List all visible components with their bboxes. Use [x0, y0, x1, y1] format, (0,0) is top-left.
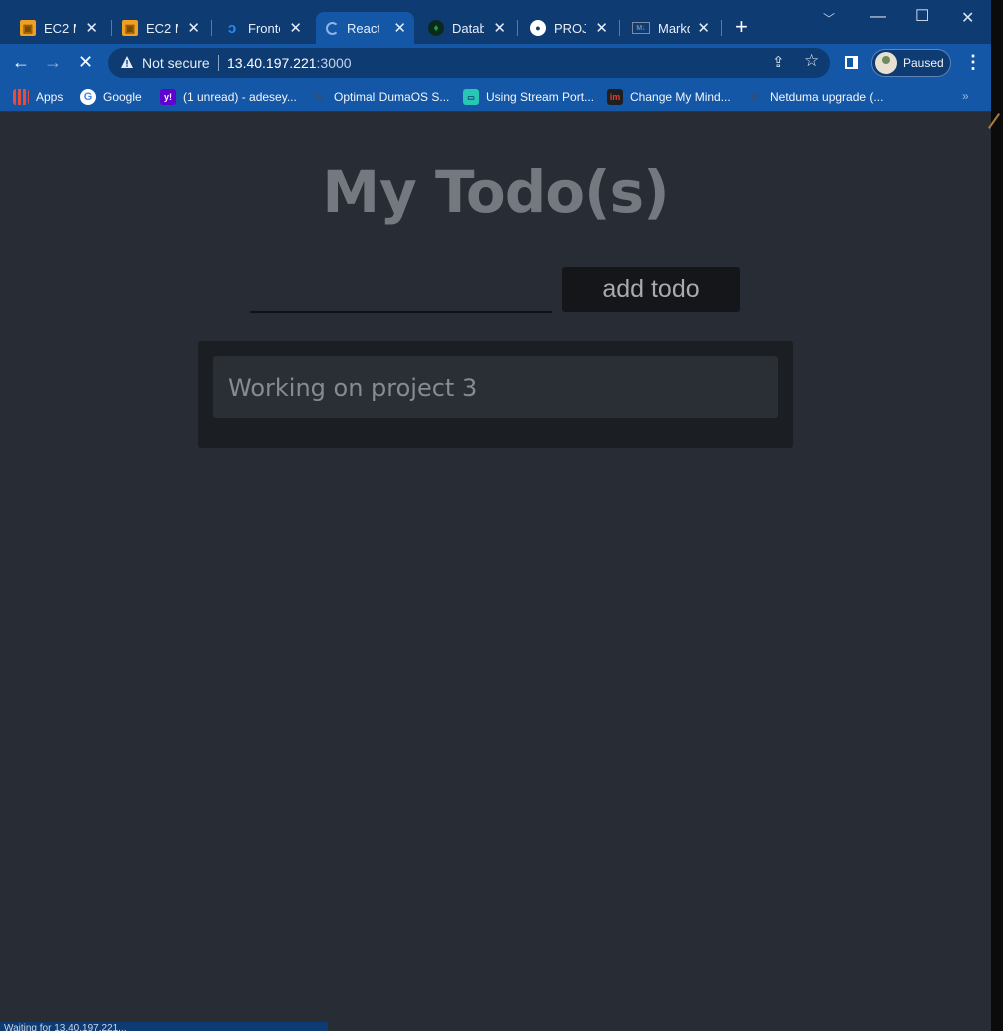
profile-status: Paused [903, 56, 944, 70]
url-host: 13.40.197.221 [227, 55, 317, 71]
frontend-icon: ↄ [227, 19, 237, 37]
tab-divider [721, 20, 722, 36]
url-text[interactable]: 13.40.197.221:3000 [227, 55, 352, 71]
tab-search-chevron-icon[interactable]: ﹀ [823, 10, 835, 27]
tab-label: Frontend [248, 20, 280, 36]
warning-triangle-icon[interactable] [120, 55, 134, 69]
tab-markdown[interactable]: M↓ Markdo ✕ [622, 12, 718, 44]
security-status[interactable]: Not secure [142, 55, 210, 71]
google-icon: G [80, 89, 96, 105]
tab-label: EC2 Ma [146, 20, 178, 36]
bookmark-netduma-upgrade[interactable]: N Netduma upgrade (... [747, 88, 884, 106]
bookmark-stream-port[interactable]: ▭ Using Stream Port... [463, 88, 594, 106]
bookmark-google[interactable]: G Google [80, 88, 142, 106]
tab-project[interactable]: ● PROJEC ✕ [520, 12, 616, 44]
tab-ec2-1[interactable]: ▣ EC2 Ma ✕ [10, 12, 106, 44]
todo-page: My Todo(s) add todo Working on project 3 [0, 113, 991, 1031]
close-window-icon[interactable]: ✕ [961, 8, 974, 28]
tab-database[interactable]: ♦ Databa ✕ [418, 12, 514, 44]
bookmark-label: (1 unread) - adesey... [183, 90, 297, 104]
bookmark-dumaos[interactable]: N Optimal DumaOS S... [311, 88, 450, 106]
aws-icon: ▣ [20, 20, 36, 36]
bookmark-star-icon[interactable]: ☆ [804, 51, 819, 71]
tab-label: React A [347, 20, 379, 36]
close-icon[interactable]: ✕ [289, 19, 302, 37]
stop-loading-icon[interactable]: ✕ [78, 53, 93, 71]
side-panel-icon[interactable] [845, 56, 858, 69]
tab-frontend[interactable]: ↄ Frontend ✕ [214, 12, 310, 44]
bookmark-label: Apps [36, 90, 64, 104]
status-bar: Waiting for 13.40.197.221... [0, 1022, 328, 1031]
github-icon: ● [530, 20, 546, 36]
tab-label: Markdo [658, 20, 690, 36]
forward-arrow-icon[interactable]: → [44, 53, 62, 71]
profile-button[interactable]: Paused [871, 49, 951, 77]
apps-grid-icon [13, 89, 29, 105]
url-port: :3000 [316, 55, 352, 71]
bookmark-label: Netduma upgrade (... [770, 90, 884, 104]
tab-label: PROJEC [554, 20, 586, 36]
back-arrow-icon[interactable]: ← [12, 53, 30, 71]
avatar [875, 52, 897, 74]
address-divider [218, 55, 219, 71]
bookmark-change-my-mind[interactable]: im Change My Mind... [607, 88, 731, 106]
bookmarks-bar: Apps G Google y! (1 unread) - adesey... … [0, 82, 991, 112]
aws-icon: ▣ [122, 20, 138, 36]
mongodb-leaf-icon: ♦ [428, 20, 444, 36]
maximize-icon[interactable]: ☐ [915, 6, 929, 26]
stream-icon: ▭ [463, 89, 479, 105]
yahoo-icon: y! [160, 89, 176, 105]
tab-label: Databa [452, 20, 484, 36]
new-tab-button[interactable]: + [735, 16, 748, 38]
todo-item[interactable]: Working on project 3 [213, 356, 778, 418]
todo-list: Working on project 3 [198, 341, 793, 448]
bookmark-apps[interactable]: Apps [13, 88, 63, 106]
bookmark-yahoo-mail[interactable]: y! (1 unread) - adesey... [160, 88, 297, 106]
tab-label: EC2 Ma [44, 20, 76, 36]
markdown-icon: M↓ [632, 22, 650, 34]
share-icon[interactable]: ⇪ [772, 53, 785, 71]
tab-react-app[interactable]: React A ✕ [316, 12, 414, 44]
imgflip-icon: im [607, 89, 623, 105]
tab-divider [619, 20, 620, 36]
address-bar[interactable]: Not secure 13.40.197.221:3000 ⇪ ☆ [108, 48, 830, 78]
close-icon[interactable]: ✕ [595, 19, 608, 37]
loading-spinner-icon [326, 21, 339, 35]
more-bookmarks-icon[interactable]: » [962, 89, 969, 103]
close-icon[interactable]: ✕ [85, 19, 98, 37]
todo-input[interactable] [250, 267, 552, 313]
netduma-icon: N [315, 92, 323, 102]
close-icon[interactable]: ✕ [187, 19, 200, 37]
tab-divider [517, 20, 518, 36]
bookmark-label: Google [103, 90, 142, 104]
page-title: My Todo(s) [322, 158, 669, 226]
close-icon[interactable]: ✕ [393, 19, 406, 37]
minimize-icon[interactable]: — [870, 8, 886, 26]
bookmark-label: Change My Mind... [630, 90, 731, 104]
desktop-edge [988, 0, 1003, 1031]
todo-item-text: Working on project 3 [228, 374, 478, 402]
close-icon[interactable]: ✕ [493, 19, 506, 37]
netduma-icon: N [751, 92, 759, 102]
tab-ec2-2[interactable]: ▣ EC2 Ma ✕ [112, 12, 208, 44]
menu-dots-icon[interactable]: ⋮ [964, 52, 982, 72]
browser-window: ▣ EC2 Ma ✕ ▣ EC2 Ma ✕ ↄ Frontend ✕ React… [0, 0, 991, 1031]
close-icon[interactable]: ✕ [697, 19, 710, 37]
tab-strip: ▣ EC2 Ma ✕ ▣ EC2 Ma ✕ ↄ Frontend ✕ React… [0, 0, 991, 44]
tab-divider [211, 20, 212, 36]
add-todo-button[interactable]: add todo [562, 267, 740, 312]
browser-toolbar: ← → ✕ Not secure 13.40.197.221:3000 ⇪ ☆ … [0, 44, 991, 82]
bookmark-label: Using Stream Port... [486, 90, 595, 104]
bookmark-label: Optimal DumaOS S... [334, 90, 450, 104]
